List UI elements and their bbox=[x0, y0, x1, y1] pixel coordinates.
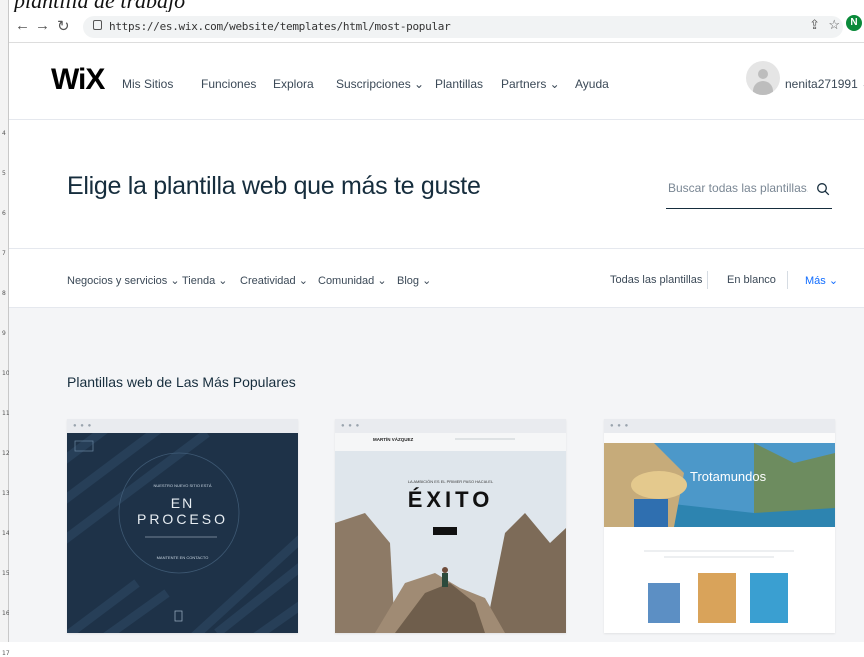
ruler-tick-label: 8 bbox=[2, 290, 6, 297]
lock-icon bbox=[93, 20, 102, 30]
template-card-en-proceso[interactable]: ● ● ● NUESTRO NUEVO SITIO ESTÁ EN PROCES… bbox=[67, 419, 298, 633]
avatar-head-shape bbox=[758, 69, 768, 79]
back-arrow-icon[interactable]: ← bbox=[15, 17, 30, 34]
category-negocios[interactable]: Negocios y servicios ⌄ bbox=[67, 274, 180, 287]
preview-brand: MARTÍN VÁZQUEZ bbox=[373, 437, 414, 442]
user-menu[interactable]: nenita271991 ⌄ bbox=[785, 77, 864, 91]
avatar-body-shape bbox=[753, 81, 773, 95]
category-comunidad[interactable]: Comunidad ⌄ bbox=[318, 274, 387, 287]
preview-headline-1: EN bbox=[170, 495, 195, 511]
search-input[interactable] bbox=[666, 180, 810, 196]
template-preview[interactable]: MARTÍN VÁZQUEZ LA AMBICIÓN ES EL PRIMER … bbox=[335, 433, 566, 633]
card-browser-bar: ● ● ● bbox=[604, 419, 835, 433]
window-dots-icon: ● ● ● bbox=[341, 423, 361, 429]
template-preview[interactable]: NUESTRO NUEVO SITIO ESTÁ EN PROCESO MANT… bbox=[67, 433, 298, 633]
preview-art-exito bbox=[335, 433, 566, 633]
filter-all-templates[interactable]: Todas las plantillas bbox=[610, 274, 702, 286]
reload-icon[interactable]: ↻ bbox=[57, 17, 70, 35]
hero-section: Elige la plantilla web que más te guste bbox=[9, 120, 864, 249]
nav-item-plantillas[interactable]: Plantillas bbox=[435, 77, 483, 91]
window-dots-icon: ● ● ● bbox=[73, 423, 93, 429]
template-card-exito[interactable]: ● ● ● MARTÍN VÁZQUEZ LA AMBICIÓN ES EL P… bbox=[335, 419, 566, 633]
category-creatividad[interactable]: Creatividad ⌄ bbox=[240, 274, 308, 287]
ruler-tick-label: 5 bbox=[2, 170, 6, 177]
preview-headline: Trotamundos bbox=[690, 469, 767, 484]
browser-toolbar: ← → ↻ https://es.wix.com/website/templat… bbox=[9, 12, 864, 43]
nav-item-suscripciones[interactable]: Suscripciones ⌄ bbox=[336, 77, 424, 91]
divider bbox=[707, 271, 708, 289]
url-text: https://es.wix.com/website/templates/htm… bbox=[109, 20, 451, 33]
vertical-ruler: 4 5 6 7 8 9 10 11 12 13 14 15 16 17 bbox=[0, 0, 10, 657]
profile-avatar-icon[interactable]: N bbox=[846, 15, 862, 31]
nav-item-funciones[interactable]: Funciones bbox=[201, 77, 256, 91]
site-header: WiX Mis Sitios Funciones Explora Suscrip… bbox=[9, 43, 864, 120]
filter-blank[interactable]: En blanco bbox=[727, 274, 776, 286]
nav-item-explora[interactable]: Explora bbox=[273, 77, 314, 91]
preview-subline: MANTENTE EN CONTACTO bbox=[156, 555, 209, 560]
card-browser-bar: ● ● ● bbox=[335, 419, 566, 433]
ruler-tick-label: 6 bbox=[2, 210, 6, 217]
ruler-tick-label: 4 bbox=[2, 130, 6, 137]
card-browser-bar: ● ● ● bbox=[67, 419, 298, 433]
nav-item-ayuda[interactable]: Ayuda bbox=[575, 77, 609, 91]
template-card-trotamundos[interactable]: ● ● ● Trotamundos bbox=[604, 419, 835, 633]
templates-section: Plantillas web de Las Más Populares ● ● … bbox=[9, 308, 864, 642]
preview-art-trotamundos bbox=[604, 433, 835, 633]
template-search bbox=[666, 174, 832, 209]
divider bbox=[787, 271, 788, 289]
category-bar: Negocios y servicios ⌄ Tienda ⌄ Creativi… bbox=[9, 249, 864, 308]
category-tienda[interactable]: Tienda ⌄ bbox=[182, 274, 228, 287]
preview-tagline: LA AMBICIÓN ES EL PRIMER PASO HACIA EL bbox=[407, 479, 494, 484]
nav-item-partners[interactable]: Partners ⌄ bbox=[501, 77, 560, 91]
section-title: Plantillas web de Las Más Populares bbox=[67, 374, 296, 390]
ruler-tick-label: 9 bbox=[2, 330, 6, 337]
address-bar[interactable]: https://es.wix.com/website/templates/htm… bbox=[83, 16, 843, 38]
nav-item-mis-sitios[interactable]: Mis Sitios bbox=[122, 77, 173, 91]
window-dots-icon: ● ● ● bbox=[610, 423, 630, 429]
bookmark-star-icon[interactable]: ☆ bbox=[828, 17, 840, 33]
ruler-tick-label: 7 bbox=[2, 250, 6, 257]
template-preview[interactable]: Trotamundos bbox=[604, 433, 835, 633]
page-title: Elige la plantilla web que más te guste bbox=[67, 172, 481, 200]
forward-arrow-icon[interactable]: → bbox=[35, 17, 50, 34]
preview-headline-2: PROCESO bbox=[136, 511, 228, 527]
preview-tagline: NUESTRO NUEVO SITIO ESTÁ bbox=[153, 483, 212, 488]
user-avatar[interactable] bbox=[746, 61, 780, 95]
wix-logo[interactable]: WiX bbox=[51, 63, 105, 97]
ruler-tick-label: 17 bbox=[2, 650, 10, 657]
preview-art-en-proceso bbox=[67, 433, 298, 633]
search-icon[interactable] bbox=[816, 182, 830, 196]
share-icon[interactable]: ⇪ bbox=[809, 17, 820, 33]
more-menu[interactable]: Más ⌄ bbox=[805, 274, 838, 287]
category-blog[interactable]: Blog ⌄ bbox=[397, 274, 431, 287]
preview-headline: ÉXITO bbox=[407, 487, 494, 512]
